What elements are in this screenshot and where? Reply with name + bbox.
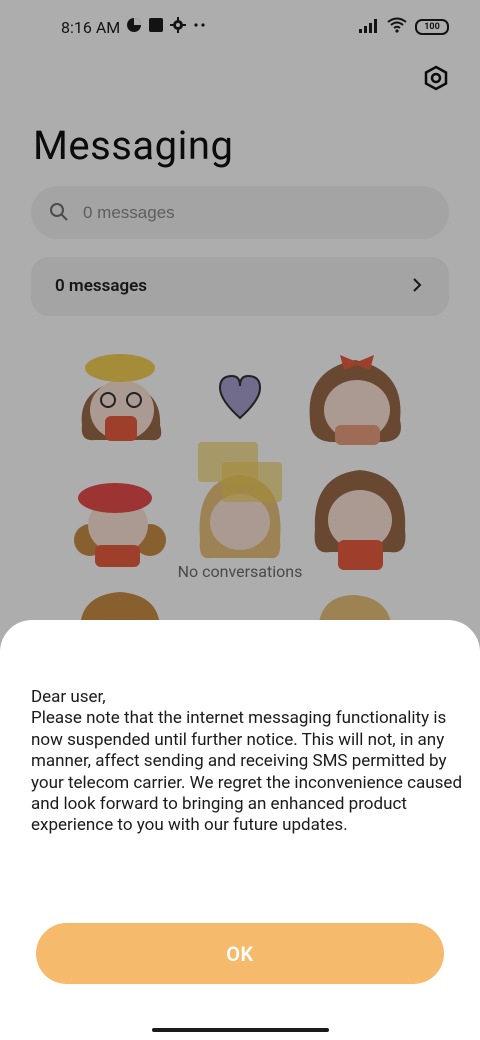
notice-message: Dear user, Please note that the internet… (31, 687, 463, 836)
messaging-app: 8:16 AM 100 Messaging 0 messages 0 messa… (0, 0, 480, 1040)
notice-bottom-sheet: Dear user, Please note that the internet… (0, 620, 480, 1040)
ok-button[interactable]: OK (36, 923, 444, 984)
home-indicator[interactable] (152, 1028, 329, 1032)
